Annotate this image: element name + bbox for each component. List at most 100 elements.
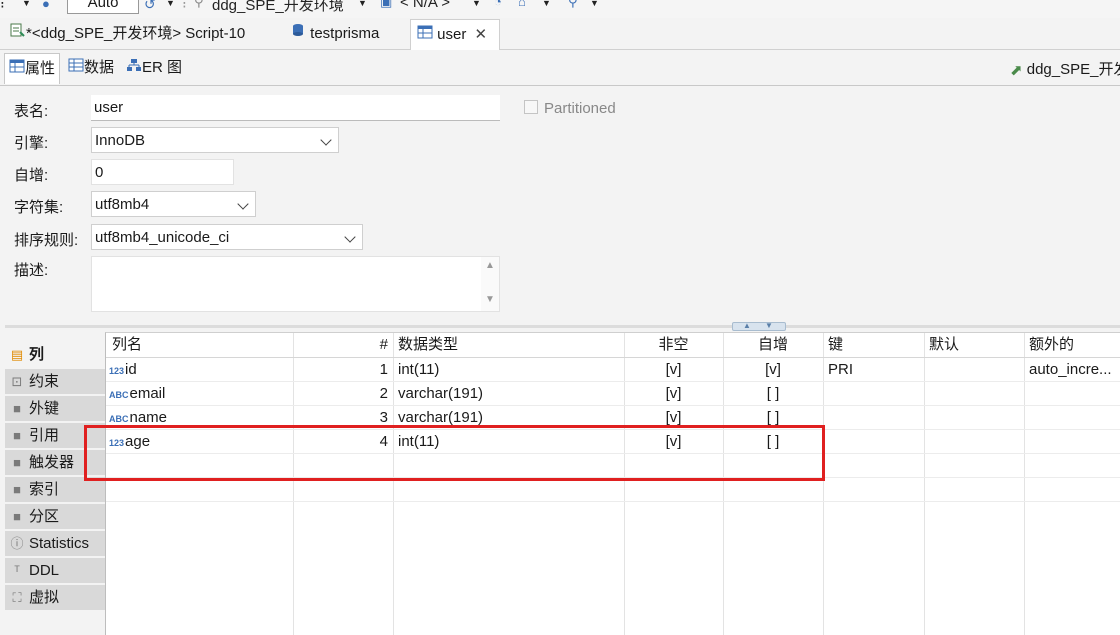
columns-grid: 列名 # 数据类型 非空 自增 键 默认 额外的 123id 1 int(11)… [105, 332, 1120, 635]
tab-properties[interactable]: 属性 [4, 53, 61, 84]
nav-virtual[interactable]: ⛶ 虚拟 [5, 585, 105, 610]
tab-testprisma[interactable]: testprisma [284, 19, 408, 49]
string-type-icon: ABC [109, 390, 129, 400]
nav-label: 引用 [29, 427, 60, 444]
chevron-down-icon [237, 198, 249, 210]
chevron-down-icon[interactable]: ▼ [542, 0, 551, 18]
cell-default[interactable] [924, 430, 1024, 454]
numeric-type-icon: 123 [109, 366, 125, 376]
constraint-icon: ⊡ [11, 374, 23, 389]
partitioned-checkbox[interactable] [524, 100, 538, 114]
history-icon[interactable]: ↺ [144, 0, 156, 16]
cell-not-null[interactable]: [v] [624, 382, 723, 406]
scroll-up-icon[interactable]: ▲ [485, 261, 495, 271]
cell-default[interactable] [924, 406, 1024, 430]
cell-text: name [129, 409, 168, 426]
chevron-down-icon[interactable]: ▼ [472, 0, 481, 18]
cell-extra[interactable] [1024, 406, 1120, 430]
cell-ordinal[interactable]: 2 [293, 382, 393, 406]
splitter-handle[interactable]: ▲ ▼ [732, 321, 786, 331]
header-column-name[interactable]: 列名 [107, 333, 293, 357]
cell-extra[interactable] [1024, 382, 1120, 406]
description-scrollbar[interactable]: ▲ ▼ [481, 257, 499, 311]
header-data-type[interactable]: 数据类型 [393, 333, 624, 357]
header-not-null[interactable]: 非空 [624, 333, 723, 357]
cell-key[interactable]: PRI [823, 358, 924, 382]
cell-key[interactable] [823, 430, 924, 454]
header-extra[interactable]: 额外的 [1024, 333, 1120, 357]
table-name-input[interactable]: user [91, 95, 500, 121]
cell-default[interactable] [924, 382, 1024, 406]
collapse-down-icon[interactable]: ▼ [765, 321, 773, 330]
chevron-down-icon[interactable]: ▼ [590, 0, 599, 18]
nav-partitions[interactable]: ■ 分区 [5, 504, 105, 529]
transaction-mode-select[interactable]: Auto [67, 0, 139, 14]
tab-user[interactable]: user ✕ [410, 19, 500, 50]
properties-icon [9, 54, 25, 84]
commit-mode-icon[interactable]: ● [42, 0, 50, 16]
chevron-down-icon [344, 231, 356, 243]
cell-auto-increment[interactable]: [v] [723, 358, 823, 382]
nav-label: DDL [29, 562, 60, 579]
header-default[interactable]: 默认 [924, 333, 1024, 357]
scroll-down-icon[interactable]: ▼ [485, 295, 495, 305]
active-schema-selector[interactable]: < N/A > [400, 0, 450, 14]
cell-ordinal[interactable]: 1 [293, 358, 393, 382]
header-key[interactable]: 键 [823, 333, 924, 357]
connection-leaf-icon: ⬈ [1010, 62, 1023, 80]
collapse-up-icon[interactable]: ▲ [743, 321, 751, 330]
data-icon [68, 53, 84, 83]
cell-auto-increment[interactable]: [ ] [723, 382, 823, 406]
search-icon[interactable]: ⚲ [568, 0, 578, 14]
editor-tab-bar: *<ddg_SPE_开发环境> Script-10 testprisma use… [0, 19, 1120, 50]
chevron-down-icon[interactable]: ▼ [358, 0, 367, 18]
description-label: 描述: [14, 262, 49, 279]
cell-data-type[interactable]: int(11) [393, 358, 624, 382]
folder-icon: ■ [13, 401, 21, 416]
table-sections-nav: ▤ 列 ⊡ 约束 ■ 外键 ■ 引用 ■ 触发器 ■ 索引 ■ 分区 ⓘ Statistics … [5, 340, 105, 635]
header-auto-increment[interactable]: 自增 [723, 333, 823, 357]
nav-statistics[interactable]: ⓘ Statistics [5, 531, 105, 556]
charset-label: 字符集: [14, 199, 64, 216]
nav-label: Statistics [29, 535, 90, 552]
cell-column-name[interactable]: ABCemail [107, 382, 293, 406]
collation-select[interactable]: utf8mb4_unicode_ci [91, 224, 363, 250]
cell-default[interactable] [924, 358, 1024, 382]
tab-er-diagram[interactable]: ER 图 [122, 53, 186, 83]
cell-not-null[interactable]: [v] [624, 358, 723, 382]
main-toolbar: ⁝ ▼ ● Auto ↺ ▼ ⁝ ⚲ ddg_SPE_开发环境 ▼ ▣ < N/… [0, 0, 1120, 18]
header-ordinal[interactable]: # [293, 333, 393, 357]
toolbar-separator: ⁝ [182, 0, 187, 12]
nav-constraints[interactable]: ⊡ 约束 [5, 369, 105, 394]
auto-increment-input[interactable]: 0 [91, 159, 234, 185]
chevron-down-icon[interactable]: ▼ [166, 0, 175, 18]
highlight-annotation-box [84, 425, 825, 481]
dashboard-icon[interactable]: ◔ [494, 0, 502, 14]
monitor-icon[interactable]: ⌂ [518, 0, 526, 14]
tab-data[interactable]: 数据 [64, 53, 118, 83]
cell-extra[interactable] [1024, 430, 1120, 454]
nav-ddl[interactable]: ᵀ DDL [5, 558, 105, 583]
tab-label: user [437, 26, 467, 43]
er-diagram-icon [126, 53, 142, 83]
description-textarea[interactable]: ▲ ▼ [91, 256, 500, 312]
toolbar-separator: ⁝ [0, 0, 5, 12]
cell-column-name[interactable]: 123id [107, 358, 293, 382]
engine-select[interactable]: InnoDB [91, 127, 339, 153]
tab-script-10[interactable]: *<ddg_SPE_开发环境> Script-10 [4, 19, 282, 49]
charset-value: utf8mb4 [95, 196, 150, 213]
nav-foreign-keys[interactable]: ■ 外键 [5, 396, 105, 421]
cell-data-type[interactable]: varchar(191) [393, 382, 624, 406]
chevron-down-icon[interactable]: ▼ [22, 0, 31, 18]
active-connection-selector[interactable]: ddg_SPE_开发环境 [212, 0, 344, 14]
nav-columns[interactable]: ▤ 列 [5, 342, 105, 367]
cell-key[interactable] [823, 406, 924, 430]
cell-extra[interactable]: auto_incre... [1024, 358, 1120, 382]
panel-splitter[interactable] [5, 325, 1120, 328]
cell-key[interactable] [823, 382, 924, 406]
tab-label: 数据 [84, 59, 115, 76]
charset-select[interactable]: utf8mb4 [91, 191, 256, 217]
table-name-value: user [94, 99, 124, 116]
tab-label: 属性 [25, 60, 56, 77]
close-icon[interactable]: ✕ [475, 26, 488, 43]
